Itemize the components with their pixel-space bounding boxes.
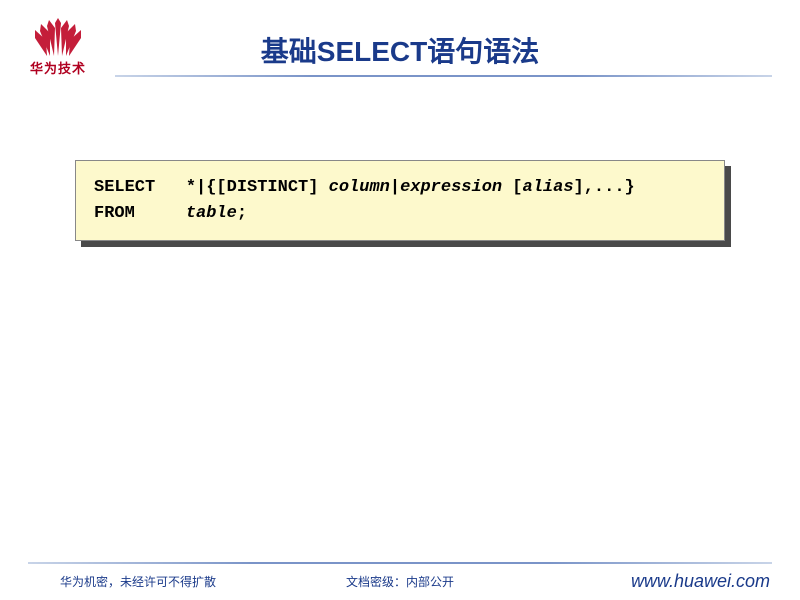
- code-block: SELECT *|{[DISTINCT] column|expression […: [75, 160, 725, 241]
- footer: 华为机密，未经许可不得扩散 文档密级：内部公开 www.huawei.com: [0, 562, 800, 600]
- code-block-wrapper: SELECT *|{[DISTINCT] column|expression […: [75, 160, 725, 241]
- footer-url: www.huawei.com: [631, 571, 770, 592]
- slide-title: 基础SELECT语句语法: [0, 30, 800, 70]
- sql-placeholder-expression: expression: [400, 178, 502, 197]
- footer-classification: 文档密级：内部公开: [346, 573, 454, 590]
- sql-placeholder-table: table: [186, 204, 237, 223]
- sql-keyword-from: FROM: [94, 204, 135, 223]
- footer-divider: [28, 562, 772, 564]
- title-divider: [115, 75, 772, 77]
- sql-placeholder-alias: alias: [523, 178, 574, 197]
- sql-keyword-select: SELECT: [94, 178, 155, 197]
- sql-placeholder-column: column: [329, 178, 390, 197]
- footer-confidential: 华为机密，未经许可不得扩散: [60, 573, 216, 590]
- slide: 华为技术 基础SELECT语句语法 SELECT *|{[DISTINCT] c…: [0, 0, 800, 600]
